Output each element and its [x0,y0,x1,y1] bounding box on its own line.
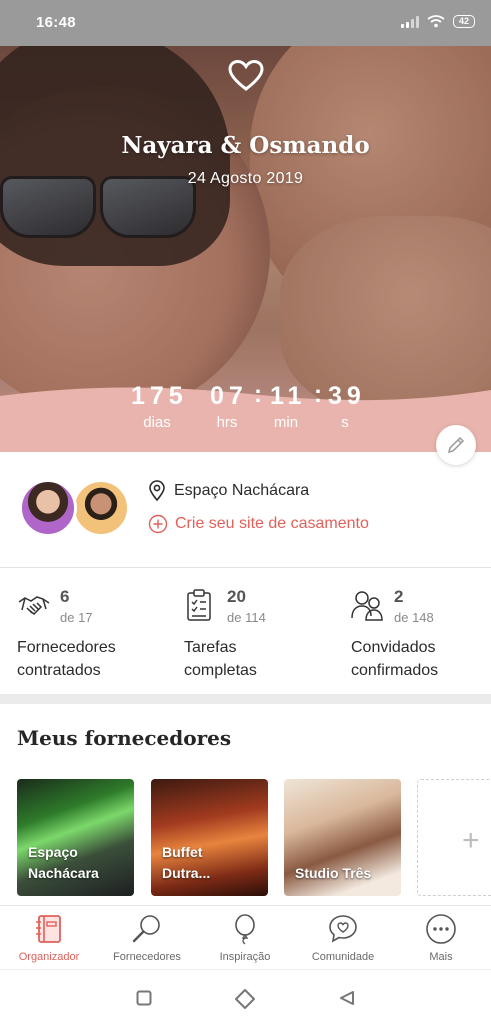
status-bar: 16:48 42 [0,0,491,46]
section-divider [0,694,491,704]
nav-mais[interactable]: Mais [392,906,490,970]
nav-label: Fornecedores [113,951,181,963]
handshake-icon [18,596,50,616]
countdown-days-label: dias [143,414,171,431]
add-vendor-button[interactable]: + [417,779,491,896]
plus-circle-icon [148,514,168,534]
avatar-groom[interactable] [72,479,130,537]
countdown-hours: 07 [210,382,248,410]
countdown-minutes-label: min [273,414,299,431]
plus-icon: + [462,824,480,857]
vendor-card-label: Espaço Nachácara [28,842,99,884]
vendor-card[interactable]: Buffet Dutra... [151,779,268,896]
countdown-days: 175 [131,382,188,410]
nav-label: Mais [429,951,453,963]
venue-row[interactable]: Espaço Nachácara [148,480,309,502]
vendor-name-line: Buffet [162,844,203,860]
stat-total: de 148 [394,610,434,625]
status-time: 16:48 [36,14,76,31]
stat-value: 20 [227,587,246,606]
nav-label: Comunidade [311,951,375,963]
vendor-name-line: Studio Três [295,865,372,881]
edit-button[interactable] [436,425,476,465]
stat-guests[interactable]: 2 de 148 Convidados confirmados [351,568,491,694]
countdown-seconds-label: s [341,414,349,431]
nav-label: Organizador [18,951,80,963]
location-pin-icon [149,480,165,502]
stat-label: Convidados confirmados [351,636,438,682]
heart-icon [228,60,264,91]
stat-label-line: completas [184,662,257,679]
chat-heart-icon [329,915,357,943]
battery-icon: 42 [452,15,475,28]
stat-value: 6 [60,587,70,606]
checklist-icon [187,589,211,621]
stat-label-line: Tarefas [184,639,237,656]
stat-label-line: Convidados [351,639,436,656]
create-site-label: Crie seu site de casamento [175,515,369,532]
system-navigation-bar [0,969,491,1024]
status-icons: 42 [400,15,475,28]
more-icon [426,914,456,944]
guests-icon [351,591,383,621]
stat-label: Fornecedores contratados [17,636,116,682]
nav-organizador[interactable]: Organizador [0,906,98,970]
stat-vendors[interactable]: 6 de 17 Fornecedores contratados [17,568,177,694]
nav-fornecedores[interactable]: Fornecedores [98,906,196,970]
wedding-date: 24 Agosto 2019 [187,170,304,187]
vendor-card-label: Buffet Dutra... [162,842,210,884]
stat-total: de 17 [60,610,93,625]
stat-value: 2 [394,587,404,606]
stat-label-line: confirmados [351,662,439,679]
vendor-card-label: Studio Três [295,863,371,884]
create-site-link[interactable]: Crie seu site de casamento [148,514,369,534]
venue-name: Espaço Nachácara [174,482,310,499]
vendor-name-line: Dutra... [162,865,211,881]
search-icon [132,915,160,943]
wifi-icon [427,15,445,28]
pencil-icon [447,436,465,454]
couple-names: Nayara & Osmando [121,132,370,159]
stat-label-line: Fornecedores [17,639,116,656]
countdown-separator: : [254,381,262,408]
countdown: 175 07 : 11 : 39 dias hrs min s [0,381,491,452]
countdown-minutes: 11 [270,382,307,410]
signal-icon [400,15,419,28]
vendor-card[interactable]: Studio Três [284,779,401,896]
stat-total: de 114 [227,610,266,625]
stat-label: Tarefas completas [184,636,257,682]
stats-row: 6 de 17 Fornecedores contratados 20 de 1… [0,568,491,694]
avatar-bride[interactable] [19,479,77,537]
home-button[interactable] [234,988,256,1010]
vendor-name-line: Espaço [28,844,78,860]
stat-tasks[interactable]: 20 de 114 Tarefas completas [184,568,344,694]
wedding-info: Espaço Nachácara Crie seu site de casame… [0,452,491,568]
notebook-icon [36,915,61,943]
back-button[interactable] [339,990,355,1006]
nav-label: Inspiração [219,951,271,963]
countdown-separator: : [314,381,322,408]
countdown-seconds: 39 [328,382,366,410]
vendor-name-line: Nachácara [28,865,99,881]
vendor-card[interactable]: Espaço Nachácara [17,779,134,896]
nav-comunidade[interactable]: Comunidade [294,906,392,970]
recents-button[interactable] [136,990,152,1006]
stat-label-line: contratados [17,662,101,679]
countdown-hours-label: hrs [216,414,238,431]
balloon-icon [235,914,255,945]
bottom-navigation: Organizador Fornecedores Inspiração Comu… [0,905,491,969]
vendors-section-title: Meus fornecedores [17,726,232,750]
nav-inspiracao[interactable]: Inspiração [196,906,294,970]
